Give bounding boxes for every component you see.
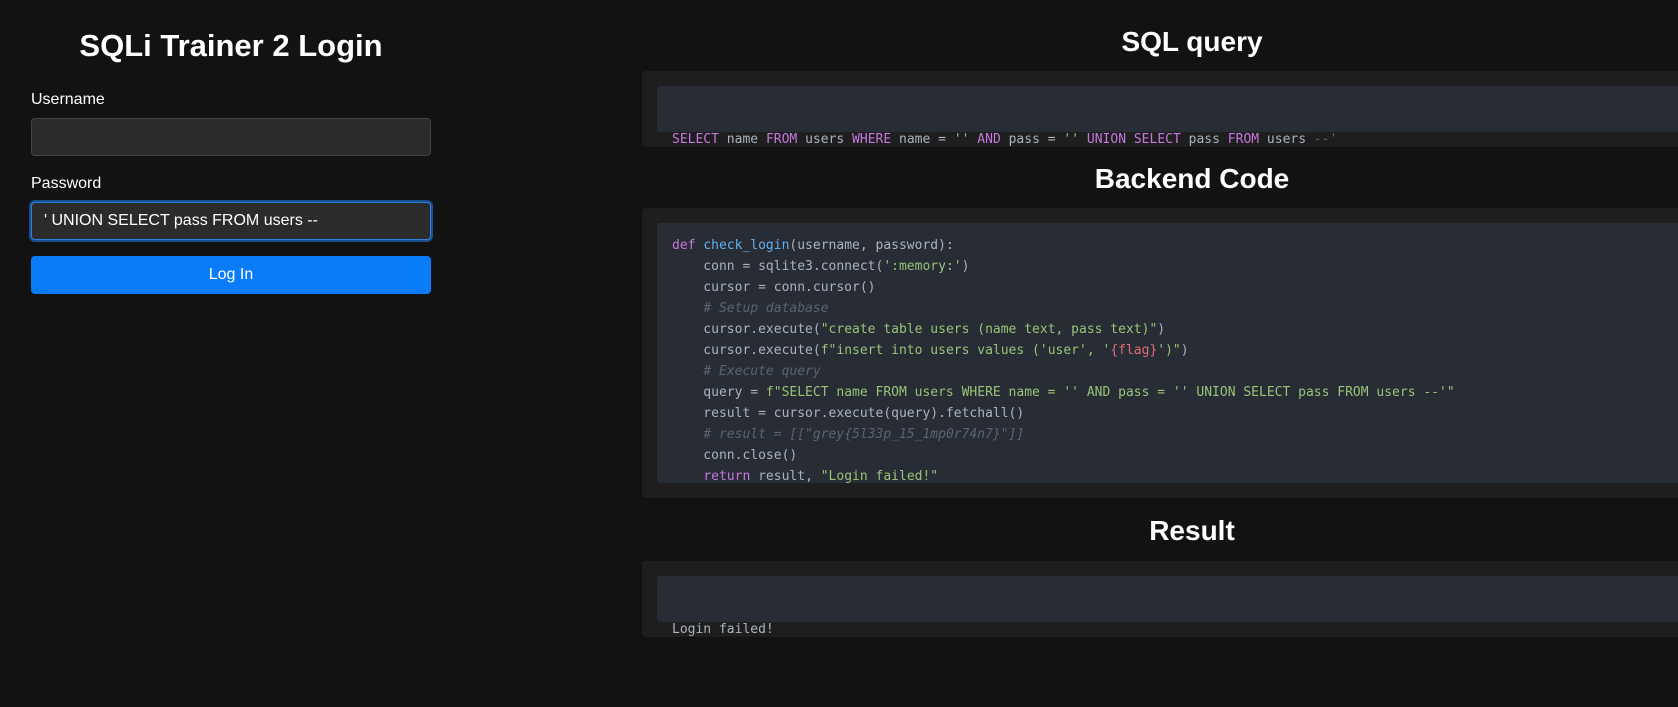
result-text: Login failed! — [672, 622, 774, 637]
sql-token: --' — [1313, 132, 1338, 147]
sql-token: FROM — [765, 132, 798, 147]
password-label: Password — [31, 175, 102, 192]
sql-token: AND — [977, 132, 1001, 147]
result-panel: Login failed! — [642, 561, 1678, 637]
sql-token: SELECT — [672, 132, 719, 147]
code-token: conn.close() — [672, 448, 798, 463]
sql-token: pass — [1180, 132, 1228, 147]
code-token: cursor = conn.cursor() — [672, 280, 876, 295]
code-token: return — [703, 469, 751, 484]
result-title: Result — [1149, 515, 1235, 546]
sql-token: '' — [1063, 132, 1080, 147]
code-line: query = f"SELECT name FROM users WHERE n… — [672, 382, 1678, 403]
code-line: # result = [["grey{5l33p_15_1mp0r74n7}"]… — [672, 424, 1678, 445]
code-line: # Execute query — [672, 361, 1678, 382]
code-line: # Setup database — [672, 298, 1678, 319]
username-label: Username — [31, 91, 105, 108]
result-output: Login failed! — [657, 576, 1678, 637]
code-token: result = cursor.execute(query).fetchall(… — [672, 406, 1025, 421]
sql-query-title: SQL query — [1121, 26, 1263, 57]
code-token: cursor.execute( — [672, 322, 821, 337]
sql-token: users — [797, 132, 853, 147]
code-line: cursor = conn.cursor() — [672, 277, 1678, 298]
code-line: def check_login(username, password): — [672, 235, 1678, 256]
code-token: result, — [750, 469, 821, 484]
sql-query-line: SELECT name FROM users WHERE name = '' A… — [672, 129, 1678, 150]
sql-token: name = — [891, 132, 954, 147]
code-token: query = — [672, 385, 766, 400]
code-token: ) — [961, 259, 970, 274]
code-token: (username, password): — [789, 238, 954, 253]
sql-token: name — [718, 132, 766, 147]
code-token: conn = sqlite3.connect( — [672, 259, 884, 274]
username-input[interactable] — [31, 118, 431, 156]
code-token: cursor.execute( — [672, 343, 821, 358]
code-token: ) — [1157, 322, 1166, 337]
code-token: def — [672, 238, 696, 253]
sql-token: users — [1259, 132, 1314, 147]
backend-code-title: Backend Code — [1094, 163, 1290, 194]
code-token: f"SELECT name FROM users WHERE name = ''… — [765, 385, 1455, 400]
code-token: f"insert into users values ('user', ' — [820, 343, 1111, 358]
password-input[interactable] — [31, 202, 431, 240]
code-token: check_login — [703, 238, 790, 253]
backend-code-block: def check_login(username, password): con… — [657, 223, 1678, 484]
sql-query-code: SELECT name FROM users WHERE name = '' A… — [657, 86, 1678, 147]
code-token: "Login failed!" — [820, 469, 939, 484]
code-token: # result = [["grey{5l33p_15_1mp0r74n7}"]… — [703, 427, 1025, 442]
code-line: return result, "Login failed!" — [672, 466, 1678, 487]
code-line: conn.close() — [672, 445, 1678, 466]
login-button[interactable]: Log In — [31, 256, 431, 294]
code-token: {flag} — [1110, 343, 1158, 358]
login-title: SQLi Trainer 2 Login — [79, 28, 383, 63]
sql-token: FROM — [1227, 132, 1260, 147]
code-token: "create table users (name text, pass tex… — [820, 322, 1158, 337]
code-line: cursor.execute("create table users (name… — [672, 319, 1678, 340]
sql-token: WHERE — [852, 132, 892, 147]
backend-code-panel: def check_login(username, password): con… — [642, 208, 1678, 498]
sql-query-panel: SELECT name FROM users WHERE name = '' A… — [642, 71, 1678, 147]
login-panel: SQLi Trainer 2 Login Username Password L… — [31, 0, 431, 294]
code-line: cursor.execute(f"insert into users value… — [672, 340, 1678, 361]
sql-token: '' — [953, 132, 970, 147]
code-token: # Execute query — [703, 364, 821, 379]
sql-token: SELECT — [1133, 132, 1181, 147]
code-token: ')" — [1157, 343, 1181, 358]
code-token: ) — [1180, 343, 1189, 358]
sql-token: pass = — [1000, 132, 1064, 147]
code-line: conn = sqlite3.connect(':memory:') — [672, 256, 1678, 277]
code-token: # Setup database — [703, 301, 829, 316]
sql-token: UNION — [1086, 132, 1127, 147]
code-token: ':memory:' — [883, 259, 962, 274]
code-line: result = cursor.execute(query).fetchall(… — [672, 403, 1678, 424]
